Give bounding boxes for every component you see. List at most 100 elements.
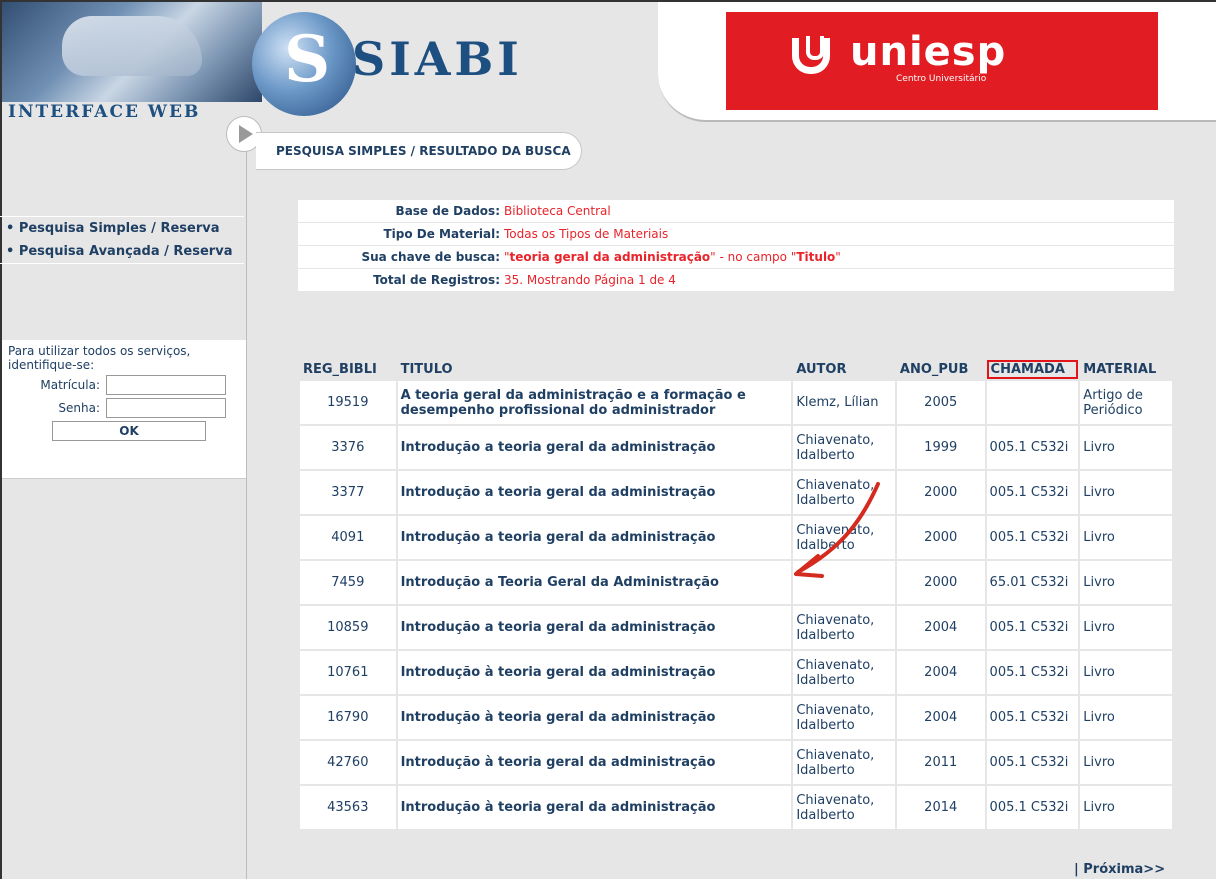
reg-bibli-cell: 43563 — [300, 786, 396, 829]
chamada-cell: 005.1 C532i — [986, 426, 1079, 469]
chave-mid: " - no campo " — [710, 250, 797, 264]
material-cell: Livro — [1080, 696, 1172, 739]
titulo-link[interactable]: Introdução a teoria geral da administraç… — [397, 426, 792, 469]
tipo-label: Tipo De Material: — [298, 222, 502, 246]
titulo-link[interactable]: Introdução à teoria geral da administraç… — [397, 651, 792, 694]
material-cell: Livro — [1080, 471, 1172, 514]
senha-input[interactable] — [106, 398, 226, 418]
col-ano-pub[interactable]: ANO_PUB — [897, 360, 985, 379]
autor-cell: Chiavenato, Idalberto — [793, 516, 895, 559]
autor-cell: Chiavenato, Idalberto — [793, 651, 895, 694]
search-info-table: Base de Dados: Biblioteca Central Tipo D… — [298, 200, 1174, 292]
material-cell: Livro — [1080, 561, 1172, 604]
uniesp-subtitle: Centro Universitário — [896, 74, 987, 84]
chamada-cell: 005.1 C532i — [986, 696, 1079, 739]
reg-bibli-cell: 3377 — [300, 471, 396, 514]
results-table: REG_BIBLI TITULO AUTOR ANO_PUB CHAMADA M… — [298, 358, 1174, 831]
ano-pub-cell: 2004 — [896, 696, 985, 739]
breadcrumb: PESQUISA SIMPLES / RESULTADO DA BUSCA — [256, 132, 582, 170]
table-row: 16790 Introdução à teoria geral da admini… — [300, 696, 1172, 739]
material-cell: Livro — [1080, 651, 1172, 694]
table-row: 10859 Introdução a teoria geral da admini… — [300, 606, 1172, 649]
autor-cell: Klemz, Lílian — [793, 381, 895, 424]
base-value: Biblioteca Central — [502, 200, 1174, 223]
autor-cell: Chiavenato, Idalberto — [793, 786, 895, 829]
titulo-link[interactable]: Introdução a Teoria Geral da Administraç… — [397, 561, 792, 604]
chamada-cell: 005.1 C532i — [986, 741, 1079, 784]
uniesp-u-icon — [792, 36, 830, 74]
total-label: Total de Registros: — [298, 268, 502, 292]
chamada-cell: 005.1 C532i — [986, 516, 1079, 559]
autor-cell: Chiavenato, Idalberto — [793, 606, 895, 649]
titulo-link[interactable]: Introdução à teoria geral da administraç… — [397, 741, 792, 784]
menu-item-pesquisa-avancada[interactable]: • Pesquisa Avançada / Reserva — [0, 240, 244, 263]
next-page-link[interactable]: | Próxima>> — [1074, 862, 1165, 877]
table-row: 3377 Introdução a teoria geral da adminis… — [300, 471, 1172, 514]
reg-bibli-cell: 4091 — [300, 516, 396, 559]
table-row: 19519 A teoria geral da administração e a… — [300, 381, 1172, 424]
material-cell: Livro — [1080, 516, 1172, 559]
ano-pub-cell: 2000 — [896, 471, 985, 514]
matricula-row: Matrícula: — [2, 375, 246, 395]
results-header-row: REG_BIBLI TITULO AUTOR ANO_PUB CHAMADA M… — [300, 360, 1172, 379]
ano-pub-cell: 2004 — [896, 651, 985, 694]
col-chamada[interactable]: CHAMADA — [986, 360, 1079, 379]
col-autor[interactable]: AUTOR — [793, 360, 895, 379]
col-reg-bibli[interactable]: REG_BIBLI — [300, 360, 396, 379]
interface-label: INTERFACE WEB — [8, 102, 201, 122]
chave-label: Sua chave de busca: — [298, 245, 502, 269]
base-label: Base de Dados: — [298, 200, 502, 223]
titulo-link[interactable]: Introdução a teoria geral da administraç… — [397, 606, 792, 649]
ano-pub-cell: 2004 — [896, 606, 985, 649]
chamada-cell — [986, 381, 1079, 424]
reg-bibli-cell: 7459 — [300, 561, 396, 604]
header-photo — [2, 2, 262, 102]
ano-pub-cell: 2000 — [896, 516, 985, 559]
autor-cell — [793, 561, 895, 604]
sidebar-menu: • Pesquisa Simples / Reserva • Pesquisa … — [0, 216, 244, 264]
chamada-cell: 005.1 C532i — [986, 786, 1079, 829]
matricula-label: Matrícula: — [40, 378, 100, 392]
material-cell: Livro — [1080, 606, 1172, 649]
table-row: 7459 Introdução a Teoria Geral da Adminis… — [300, 561, 1172, 604]
matricula-input[interactable] — [106, 375, 226, 395]
chave-quote-close: " — [835, 250, 841, 264]
uniesp-logo: uniesp Centro Universitário — [726, 12, 1158, 110]
chave-field: Titulo — [796, 250, 836, 264]
material-cell: Artigo de Periódico — [1080, 381, 1172, 424]
autor-cell: Chiavenato, Idalberto — [793, 471, 895, 514]
login-box: Para utilizar todos os serviços, identif… — [2, 340, 246, 479]
chave-term: teoria geral da administração — [509, 250, 711, 264]
ok-button[interactable]: OK — [52, 421, 206, 441]
logo-s-letter: S — [284, 22, 331, 97]
reg-bibli-cell: 19519 — [300, 381, 396, 424]
reg-bibli-cell: 10761 — [300, 651, 396, 694]
table-row: 4091 Introdução a teoria geral da adminis… — [300, 516, 1172, 559]
titulo-link[interactable]: Introdução a teoria geral da administraç… — [397, 516, 792, 559]
titulo-link[interactable]: Introdução à teoria geral da administraç… — [397, 786, 792, 829]
titulo-link[interactable]: Introdução à teoria geral da administraç… — [397, 696, 792, 739]
autor-cell: Chiavenato, Idalberto — [793, 741, 895, 784]
tipo-value: Todas os Tipos de Materiais — [502, 222, 1174, 246]
chave-value: " teoria geral da administração" - no cam… — [502, 245, 1174, 269]
senha-row: Senha: — [2, 398, 246, 418]
titulo-link[interactable]: Introdução a teoria geral da administraç… — [397, 471, 792, 514]
chamada-cell: 005.1 C532i — [986, 606, 1079, 649]
chamada-cell: 005.1 C532i — [986, 471, 1079, 514]
login-info-text: Para utilizar todos os serviços, identif… — [8, 344, 191, 372]
ano-pub-cell: 1999 — [896, 426, 985, 469]
material-cell: Livro — [1080, 786, 1172, 829]
autor-cell: Chiavenato, Idalberto — [793, 426, 895, 469]
col-titulo[interactable]: TITULO — [398, 360, 792, 379]
reg-bibli-cell: 16790 — [300, 696, 396, 739]
col-material[interactable]: MATERIAL — [1080, 360, 1172, 379]
chamada-cell: 005.1 C532i — [986, 651, 1079, 694]
titulo-link[interactable]: A teoria geral da administração e a form… — [397, 381, 792, 424]
ano-pub-cell: 2011 — [896, 741, 985, 784]
senha-label: Senha: — [58, 401, 100, 415]
menu-item-pesquisa-simples[interactable]: • Pesquisa Simples / Reserva — [0, 217, 244, 240]
material-cell: Livro — [1080, 741, 1172, 784]
uniesp-name: uniesp — [850, 29, 1007, 75]
app-title: SIABI — [352, 32, 523, 86]
table-row: 10761 Introdução à teoria geral da admini… — [300, 651, 1172, 694]
